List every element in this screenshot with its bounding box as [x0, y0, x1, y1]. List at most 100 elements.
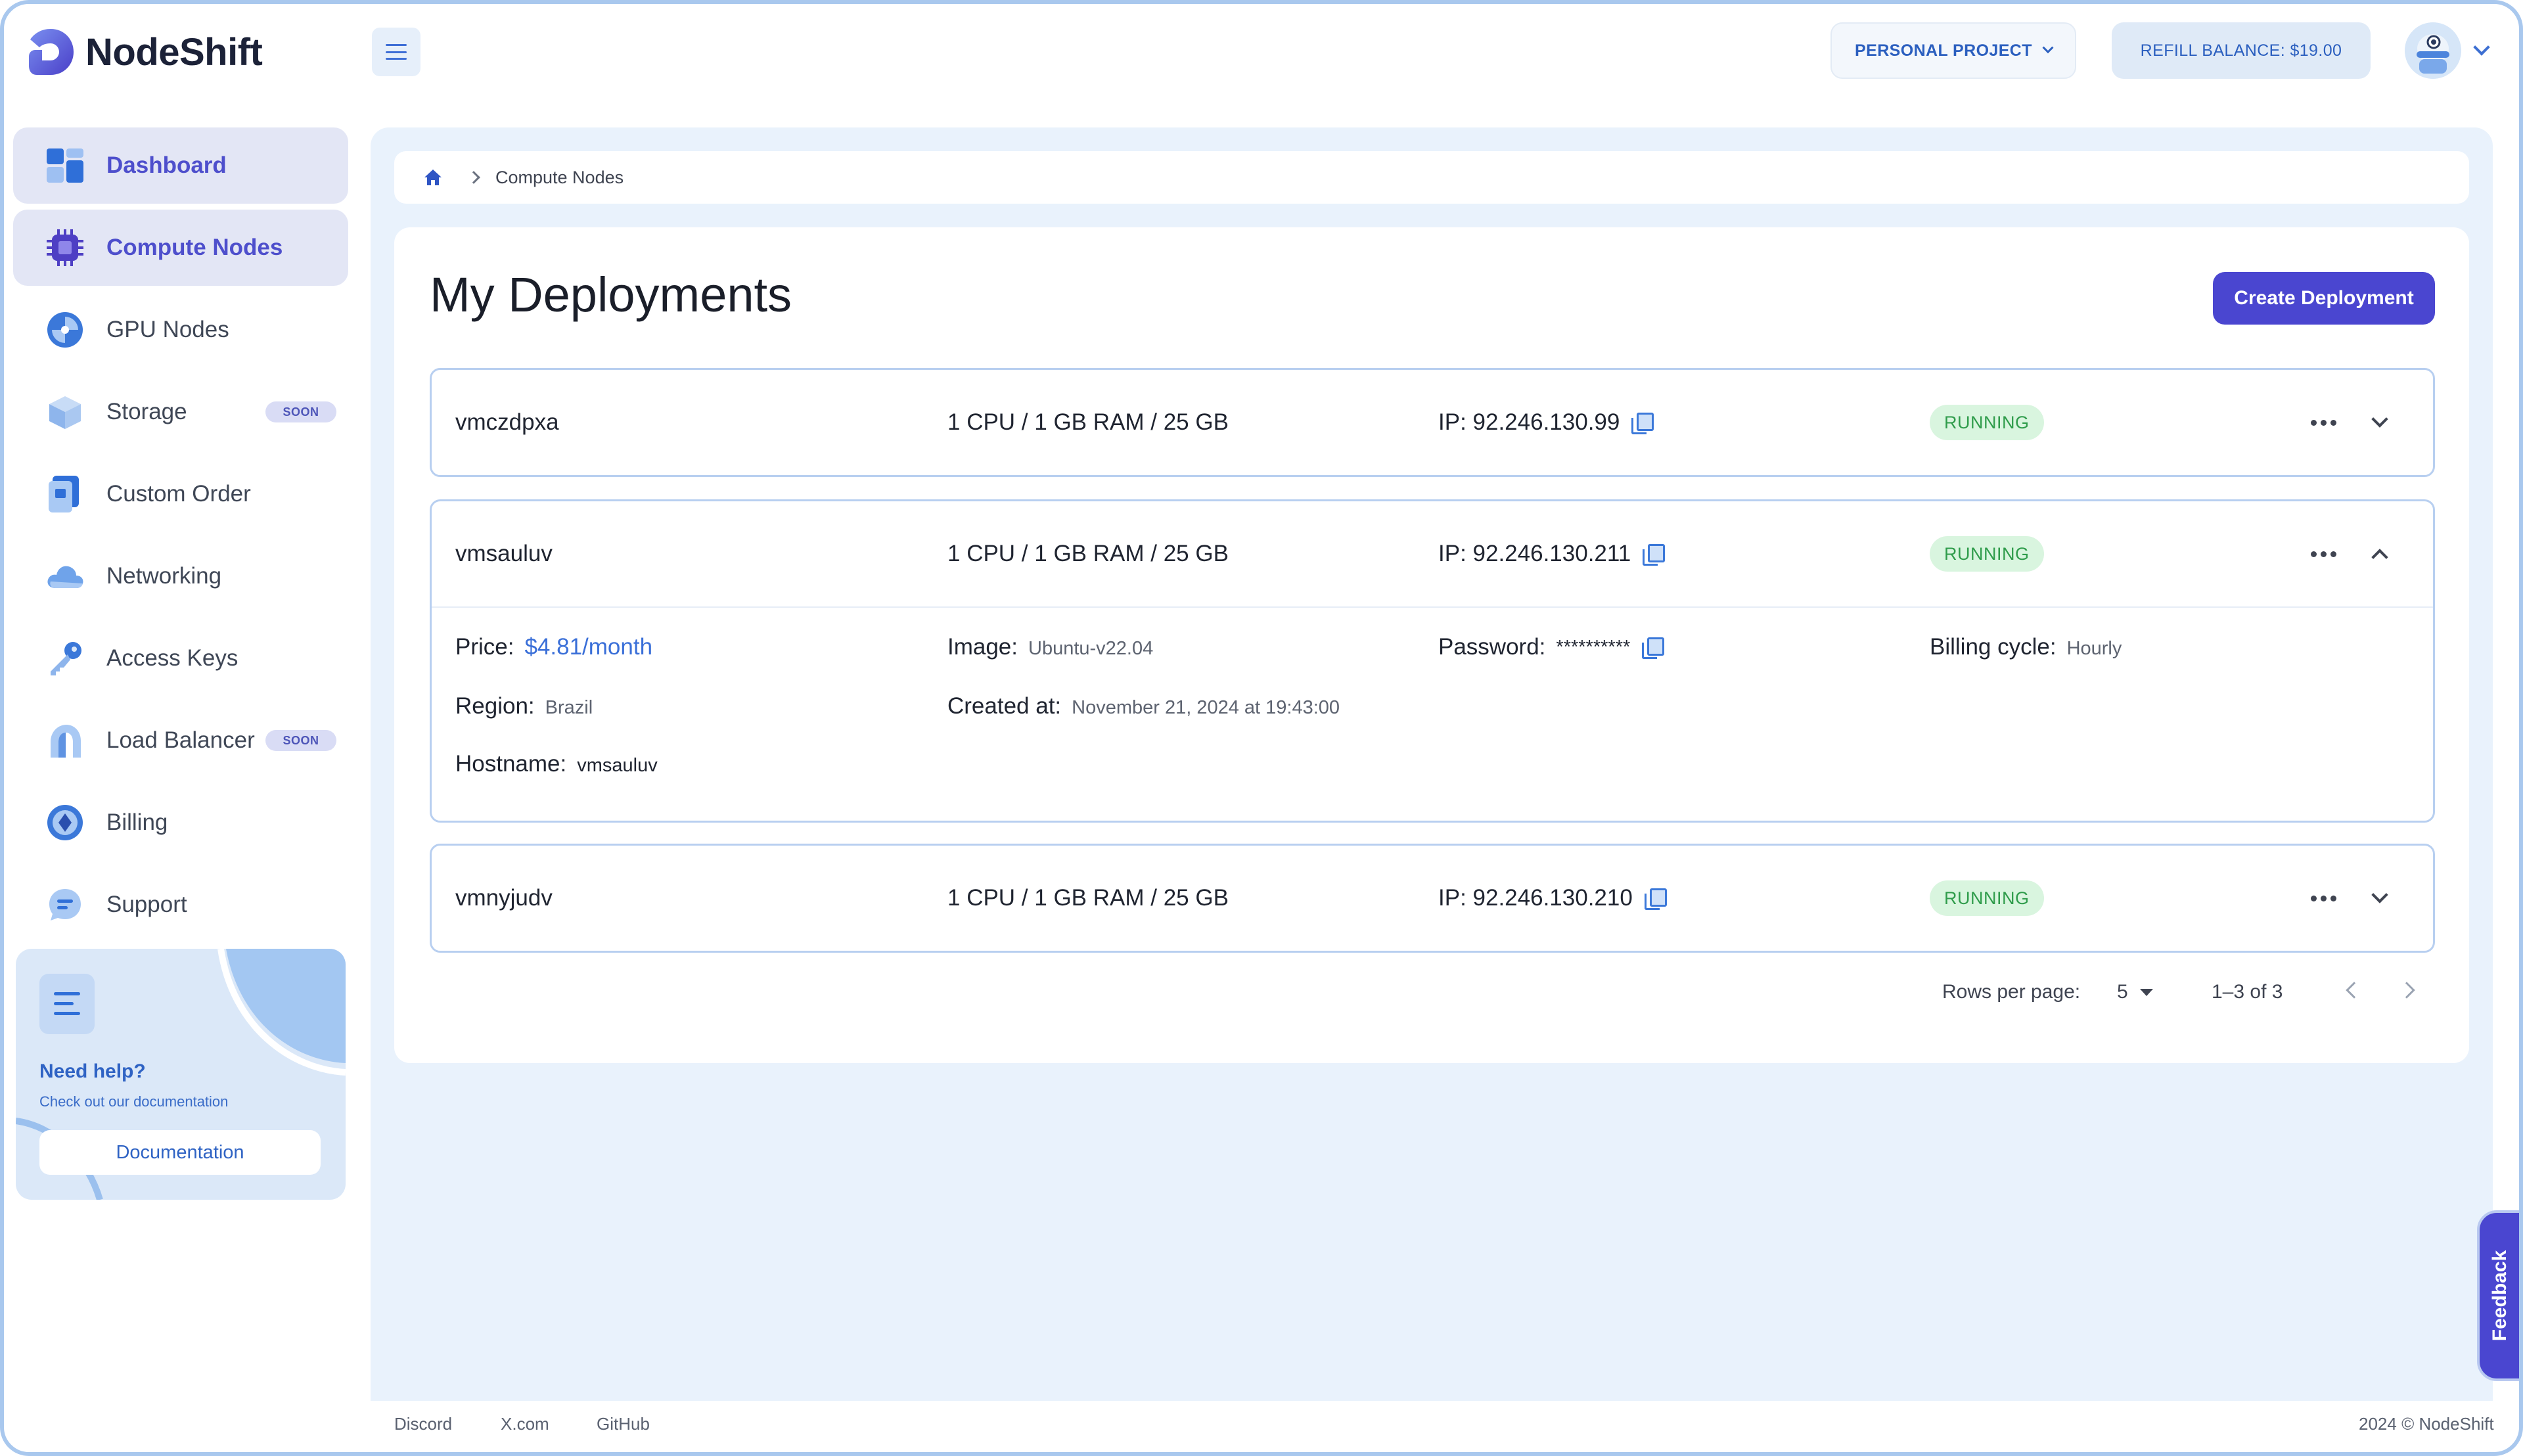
deployment-row[interactable]: vmczdpxa 1 CPU / 1 GB RAM / 25 GB IP: 92…: [430, 368, 2435, 477]
storage-cube-icon: [46, 393, 84, 431]
sidebar-item-access-keys[interactable]: Access Keys: [13, 620, 348, 696]
copy-icon[interactable]: [1642, 637, 1665, 659]
created-at-value: November 21, 2024 at 19:43:00: [1072, 697, 1340, 718]
sidebar-item-support[interactable]: Support: [13, 867, 348, 943]
feedback-button[interactable]: Feedback: [2477, 1210, 2523, 1381]
dashboard-icon: [46, 147, 84, 185]
soon-badge: SOON: [265, 401, 336, 422]
sidebar-item-label: Storage: [106, 399, 187, 424]
price-label: Price:: [455, 634, 514, 660]
sidebar-item-label: GPU Nodes: [106, 317, 229, 342]
sidebar-item-storage[interactable]: Storage SOON: [13, 374, 348, 450]
help-title: Need help?: [39, 1060, 146, 1082]
footer-link-x[interactable]: X.com: [501, 1414, 549, 1434]
created-at-label: Created at:: [947, 693, 1062, 719]
documentation-button[interactable]: Documentation: [39, 1130, 321, 1175]
billing-cycle-value: Hourly: [2066, 638, 2122, 659]
support-icon: [46, 886, 84, 924]
load-balancer-icon: [46, 721, 84, 760]
sidebar-item-label: Dashboard: [106, 152, 227, 178]
sidebar-item-label: Networking: [106, 563, 222, 589]
refill-label: REFILL BALANCE: $19.00: [2140, 41, 2342, 60]
chevron-up-icon[interactable]: [2371, 549, 2388, 566]
hostname-label: Hostname:: [455, 751, 567, 777]
region-value: Brazil: [545, 697, 593, 718]
copy-icon[interactable]: [1644, 888, 1667, 910]
rows-per-page-select[interactable]: 5: [2117, 972, 2153, 1012]
breadcrumb-current: Compute Nodes: [495, 167, 624, 187]
chevron-right-icon: [467, 171, 480, 184]
sidebar-item-label: Compute Nodes: [106, 235, 283, 260]
sidebar-item-label: Billing: [106, 809, 168, 835]
more-options-icon[interactable]: [2311, 419, 2336, 426]
sidebar-item-label: Load Balancer: [106, 727, 255, 753]
deployment-specs: 1 CPU / 1 GB RAM / 25 GB: [947, 409, 1229, 435]
copy-icon[interactable]: [1643, 544, 1666, 566]
region-label: Region:: [455, 693, 535, 719]
chevron-down-icon[interactable]: [2371, 886, 2388, 903]
cloud-icon: [46, 557, 84, 595]
more-options-icon[interactable]: [2311, 895, 2336, 901]
feedback-label: Feedback: [2489, 1250, 2511, 1342]
pagination-range: 1–3 of 3: [2212, 981, 2283, 1003]
project-selector[interactable]: PERSONAL PROJECT: [1830, 22, 2076, 79]
sidebar-item-billing[interactable]: Billing: [13, 785, 348, 861]
status-badge: RUNNING: [1930, 536, 2044, 572]
rows-per-page-label: Rows per page:: [1942, 981, 2081, 1003]
soon-badge: SOON: [265, 730, 336, 751]
sidebar-item-custom-order[interactable]: Custom Order: [13, 456, 348, 532]
image-value: Ubuntu-v22.04: [1028, 638, 1154, 659]
price-value[interactable]: $4.81/month: [524, 634, 652, 660]
deployment-name: vmczdpxa: [455, 409, 559, 435]
deployments-card: My Deployments Create Deployment vmczdpx…: [394, 227, 2469, 1063]
deployment-specs: 1 CPU / 1 GB RAM / 25 GB: [947, 541, 1229, 566]
billing-cycle-label: Billing cycle:: [1930, 634, 2057, 660]
sidebar-item-networking[interactable]: Networking: [13, 538, 348, 614]
copy-icon[interactable]: [1631, 413, 1654, 434]
breadcrumb: Compute Nodes: [394, 151, 2469, 204]
chevron-down-icon[interactable]: [2371, 411, 2388, 428]
billing-icon: [46, 804, 84, 842]
menu-toggle-button[interactable]: [372, 28, 420, 76]
key-icon: [46, 639, 84, 677]
sidebar-item-load-balancer[interactable]: Load Balancer SOON: [13, 702, 348, 779]
refill-balance-button[interactable]: REFILL BALANCE: $19.00: [2112, 22, 2371, 79]
sidebar-item-compute-nodes[interactable]: Compute Nodes: [13, 210, 348, 286]
sidebar-item-gpu-nodes[interactable]: GPU Nodes: [13, 292, 348, 368]
chevron-down-icon: [2042, 42, 2054, 54]
document-icon: [39, 974, 95, 1034]
deployment-specs: 1 CPU / 1 GB RAM / 25 GB: [947, 885, 1229, 911]
more-options-icon[interactable]: [2311, 551, 2336, 557]
password-label: Password:: [1438, 634, 1546, 660]
chevron-down-icon: [2473, 39, 2490, 56]
help-card: Need help? Check out our documentation D…: [16, 949, 346, 1200]
deployment-ip: IP: 92.246.130.99: [1438, 409, 1620, 435]
rows-per-page-value: 5: [2117, 981, 2128, 1003]
footer-link-github[interactable]: GitHub: [597, 1414, 650, 1434]
password-value: **********: [1556, 636, 1631, 658]
sidebar-item-label: Access Keys: [106, 645, 239, 671]
sidebar-item-label: Custom Order: [106, 481, 251, 507]
deployment-name: vmnyjudv: [455, 885, 553, 911]
user-menu[interactable]: [2405, 22, 2490, 79]
caret-down-icon: [2139, 988, 2153, 996]
sidebar-item-dashboard[interactable]: Dashboard: [13, 127, 348, 204]
deployment-row[interactable]: vmnyjudv 1 CPU / 1 GB RAM / 25 GB IP: 92…: [430, 844, 2435, 953]
sidebar-nav: Dashboard Compute Nodes GPU Nodes Storag…: [13, 127, 348, 949]
create-deployment-button[interactable]: Create Deployment: [2213, 272, 2435, 325]
deployment-details: Price: $4.81/month Image: Ubuntu-v22.04 …: [432, 606, 2433, 821]
next-page-icon[interactable]: [2398, 982, 2415, 999]
help-subtitle: Check out our documentation: [39, 1093, 229, 1110]
hamburger-icon: [386, 44, 407, 60]
deployment-row[interactable]: vmsauluv 1 CPU / 1 GB RAM / 25 GB IP: 92…: [430, 499, 2435, 823]
image-label: Image:: [947, 634, 1018, 660]
footer-link-discord[interactable]: Discord: [394, 1414, 452, 1434]
footer-copyright: 2024 © NodeShift: [2359, 1414, 2494, 1434]
home-icon[interactable]: [423, 168, 443, 187]
brand-logo[interactable]: NodeShift: [24, 25, 263, 79]
previous-page-icon[interactable]: [2346, 982, 2363, 999]
status-badge: RUNNING: [1930, 405, 2044, 440]
brand-name: NodeShift: [85, 30, 263, 74]
hostname-value: vmsauluv: [577, 755, 658, 776]
project-label: PERSONAL PROJECT: [1855, 41, 2032, 60]
